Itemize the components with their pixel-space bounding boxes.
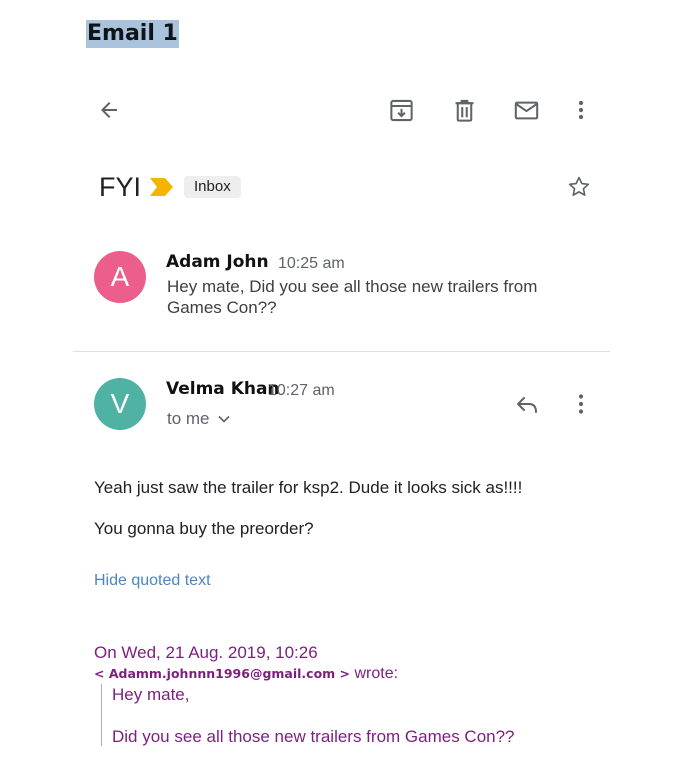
importance-marker[interactable] [150, 178, 174, 201]
message-time: 10:25 am [278, 255, 345, 272]
message-more-button[interactable] [566, 391, 596, 417]
quote-header-date: On Wed, 21 Aug. 2019, 10:26 [94, 643, 318, 662]
recipient-details-toggle[interactable]: to me [167, 408, 230, 430]
quote-wrote-label: wrote: [354, 665, 399, 682]
chevron-down-icon [217, 415, 230, 423]
divider [73, 351, 610, 352]
archive-button[interactable] [386, 95, 416, 125]
message-time: 10:27 am [268, 382, 335, 399]
inbox-label[interactable]: Inbox [184, 176, 241, 198]
message-body-line: Yeah just saw the trailer for ksp2. Dude… [94, 478, 523, 497]
mark-unread-button[interactable] [510, 95, 542, 125]
avatar[interactable]: A [94, 251, 146, 303]
quoted-line: Hey mate, [112, 685, 190, 704]
reply-button[interactable] [512, 391, 542, 417]
sender-name: Velma Khan [166, 379, 280, 399]
importance-marker-icon [150, 178, 173, 196]
delete-icon [455, 99, 473, 122]
message-snippet[interactable]: Hey mate, Did you see all those new trai… [167, 276, 587, 318]
email-subject: FYI [99, 172, 142, 202]
quote-header-author: < Adamm.johnnn1996@gmail.com > wrote: [94, 664, 398, 684]
avatar[interactable]: V [94, 378, 146, 430]
arrow-back-icon [101, 102, 117, 118]
avatar-letter: V [110, 388, 130, 419]
avatar-letter: A [110, 261, 130, 292]
star-button[interactable] [564, 172, 594, 202]
back-button[interactable] [94, 95, 124, 125]
quote-bar [101, 684, 102, 746]
mail-icon [514, 101, 538, 119]
quoted-line: Did you see all those new trailers from … [112, 727, 515, 746]
hide-quoted-text-link[interactable]: Hide quoted text [94, 570, 211, 592]
message-body-line: You gonna buy the preorder? [94, 519, 314, 538]
reply-icon [517, 397, 537, 413]
delete-button[interactable] [449, 95, 479, 125]
more-options-button[interactable] [566, 95, 596, 125]
more-vert-icon [578, 100, 584, 120]
document-title: Email 1 [86, 20, 179, 48]
quote-email-link[interactable]: < Adamm.johnnn1996@gmail.com > [94, 666, 350, 681]
more-vert-icon [578, 394, 584, 414]
archive-icon [389, 99, 413, 121]
recipient-label: to me [167, 409, 210, 428]
star-outline-icon [568, 176, 590, 196]
sender-name: Adam John [166, 252, 269, 272]
